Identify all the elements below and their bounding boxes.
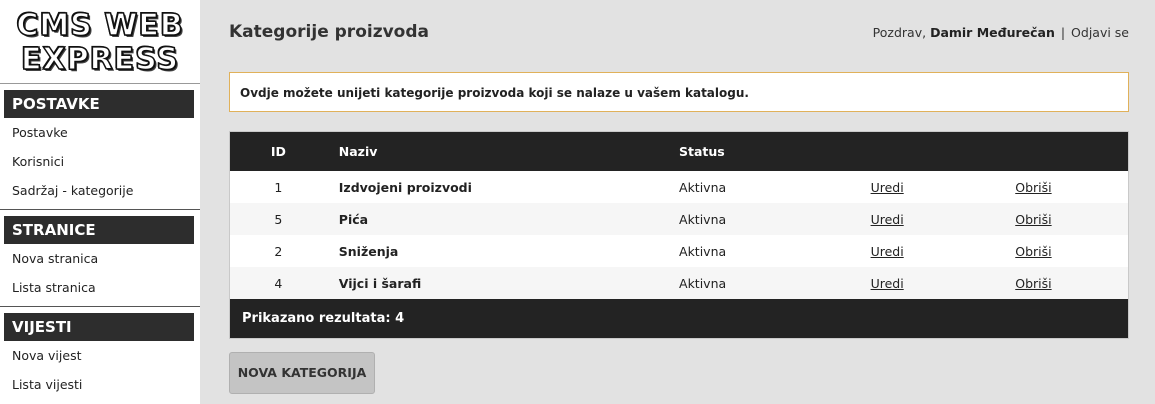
table-row: 2 Sniženja Aktivna Uredi Obriši <box>230 235 1128 267</box>
nav-item-nova-stranica[interactable]: Nova stranica <box>0 244 200 273</box>
delete-link[interactable]: Obriši <box>1015 212 1051 227</box>
edit-link[interactable]: Uredi <box>871 244 904 259</box>
page-title: Kategorije proizvoda <box>229 22 429 42</box>
logo[interactable]: CMS WEB EXPRESS <box>0 0 200 84</box>
table-row: 4 Vijci i šarafi Aktivna Uredi Obriši <box>230 267 1128 299</box>
info-box: Ovdje možete unijeti kategorije proizvod… <box>229 72 1129 112</box>
user-name: Damir Međurečan <box>930 25 1055 40</box>
user-bar: Pozdrav, Damir Međurečan | Odjavi se <box>873 25 1129 40</box>
nav-item-postavke[interactable]: Postavke <box>0 118 200 147</box>
edit-link[interactable]: Uredi <box>871 276 904 291</box>
row-id: 5 <box>274 211 283 227</box>
nav-item-lista-stranica[interactable]: Lista stranica <box>0 273 200 302</box>
main-content: Kategorije proizvoda Pozdrav, Damir Među… <box>200 0 1155 404</box>
row-id: 1 <box>274 179 283 195</box>
delete-link[interactable]: Obriši <box>1015 276 1051 291</box>
sidebar: CMS WEB EXPRESS POSTAVKE Postavke Korisn… <box>0 0 200 404</box>
nav-item-sadrzaj-kategorije[interactable]: Sadržaj - kategorije <box>0 176 200 205</box>
logo-line-1: CMS WEB <box>16 7 184 43</box>
row-name: Vijci i šarafi <box>338 275 422 291</box>
user-bar-separator: | <box>1060 25 1066 40</box>
nav-item-nova-vijest[interactable]: Nova vijest <box>0 341 200 370</box>
header-status: Status <box>679 144 725 159</box>
row-status: Aktivna <box>679 179 727 195</box>
nav-title-postavke: POSTAVKE <box>4 90 194 118</box>
table-row: 1 Izdvojeni proizvodi Aktivna Uredi Obri… <box>230 171 1128 203</box>
row-id: 2 <box>274 243 283 259</box>
logout-link[interactable]: Odjavi se <box>1071 25 1129 40</box>
new-category-button[interactable]: NOVA KATEGORIJA <box>229 352 375 394</box>
nav-item-korisnici[interactable]: Korisnici <box>0 147 200 176</box>
edit-link[interactable]: Uredi <box>871 212 904 227</box>
header-name: Naziv <box>338 144 378 159</box>
nav-item-lista-vijesti[interactable]: Lista vijesti <box>0 370 200 399</box>
delete-link[interactable]: Obriši <box>1015 244 1051 259</box>
table-footer-count: Prikazano rezultata: 4 <box>230 299 1128 338</box>
categories-table: ID Naziv Status 1 Izdvojeni proizvodi Ak… <box>229 131 1129 339</box>
nav-title-stranice: STRANICE <box>4 216 194 244</box>
nav-title-vijesti: VIJESTI <box>4 313 194 341</box>
table-row: 5 Pića Aktivna Uredi Obriši <box>230 203 1128 235</box>
row-id: 4 <box>274 275 283 291</box>
nav-section-postavke: POSTAVKE Postavke Korisnici Sadržaj - ka… <box>0 84 200 210</box>
row-name: Pića <box>338 211 369 227</box>
edit-link[interactable]: Uredi <box>871 180 904 195</box>
row-status: Aktivna <box>679 243 727 259</box>
row-name: Izdvojeni proizvodi <box>338 179 472 195</box>
row-status: Aktivna <box>679 275 727 291</box>
row-status: Aktivna <box>679 211 727 227</box>
logo-line-2: EXPRESS <box>20 41 180 77</box>
nav-section-vijesti: VIJESTI Nova vijest Lista vijesti <box>0 307 200 403</box>
delete-link[interactable]: Obriši <box>1015 180 1051 195</box>
header-id: ID <box>270 144 286 159</box>
greeting-text: Pozdrav, <box>872 25 927 40</box>
row-name: Sniženja <box>338 243 399 259</box>
nav-section-stranice: STRANICE Nova stranica Lista stranica <box>0 210 200 307</box>
table-header: ID Naziv Status <box>230 132 1128 171</box>
